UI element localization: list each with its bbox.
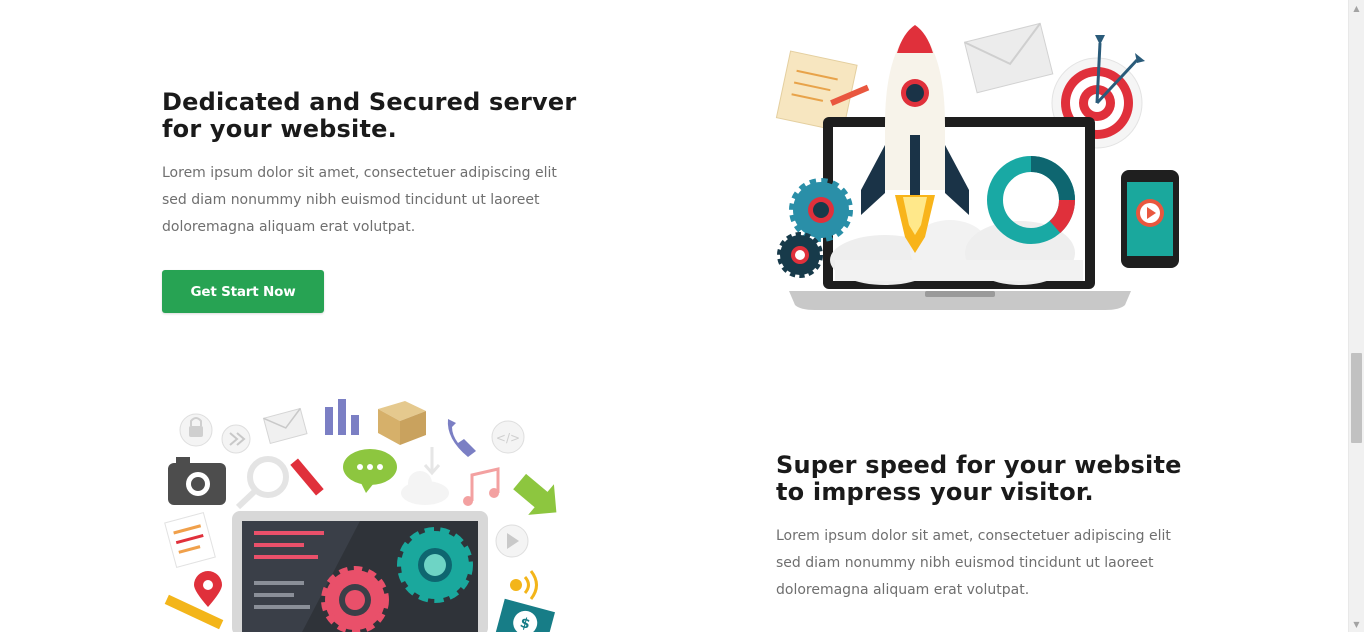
feature-description-line-3: doloremagna aliquam erat volutpat. (776, 582, 1030, 598)
feature-title-line-1: Dedicated and Secured server (162, 88, 577, 116)
feature-description-line-2: sed diam nonummy nibh euismod tincidunt … (776, 555, 1154, 571)
scrollbar-thumb[interactable] (1351, 353, 1362, 443)
document-icon (164, 511, 216, 569)
scroll-up-arrow-icon[interactable]: ▲ (1349, 0, 1364, 16)
rocket-laptop-illustration (775, 22, 1179, 310)
feature-title-line-1: Super speed for your website (776, 451, 1182, 479)
wrench-icon (164, 594, 224, 630)
page: Dedicated and Secured server for your we… (0, 0, 1348, 632)
bar-chart-icon (325, 399, 359, 435)
envelope-icon (262, 407, 308, 445)
svg-text:</>: </> (496, 431, 520, 445)
feature-title: Super speed for your website to impress … (776, 452, 1216, 506)
box-icon (378, 401, 426, 445)
magnifier-icon (235, 456, 289, 510)
get-start-now-button[interactable]: Get Start Now (162, 270, 324, 313)
laptop-icons-illustration: </> $ (164, 399, 557, 632)
feature-title-line-2: for your website. (162, 115, 397, 143)
dollar-icon: $ (495, 598, 555, 632)
feature-description-line-2: sed diam nonummy nibh euismod tincidunt … (162, 192, 540, 208)
feature-description-line-1: Lorem ipsum dolor sit amet, consectetuer… (776, 528, 1171, 544)
wifi-signal-icon (510, 570, 538, 600)
vertical-scrollbar[interactable]: ▲ ▼ (1348, 0, 1364, 632)
pencil-icon (290, 458, 324, 496)
arrow-icon (513, 473, 557, 515)
phone-icon (1121, 170, 1179, 268)
envelope-icon (963, 22, 1054, 94)
chat-bubble-icon (343, 449, 397, 493)
feature-title: Dedicated and Secured server for your we… (162, 89, 602, 143)
feature-description-line-1: Lorem ipsum dolor sit amet, consectetuer… (162, 165, 557, 181)
lock-icon (179, 413, 213, 447)
feature-description: Lorem ipsum dolor sit amet, consectetuer… (776, 523, 1196, 604)
scroll-down-arrow-icon[interactable]: ▼ (1349, 616, 1364, 632)
phone-call-icon (447, 419, 476, 457)
play-button-icon (495, 524, 529, 558)
feature-description-line-3: doloremagna aliquam erat volutpat. (162, 219, 416, 235)
feature-title-line-2: to impress your visitor. (776, 478, 1094, 506)
map-pin-icon (194, 571, 222, 607)
cloud-download-icon (401, 447, 449, 505)
camera-icon (168, 457, 226, 505)
laptop-icon (232, 511, 488, 632)
feature-description: Lorem ipsum dolor sit amet, consectetuer… (162, 160, 582, 241)
